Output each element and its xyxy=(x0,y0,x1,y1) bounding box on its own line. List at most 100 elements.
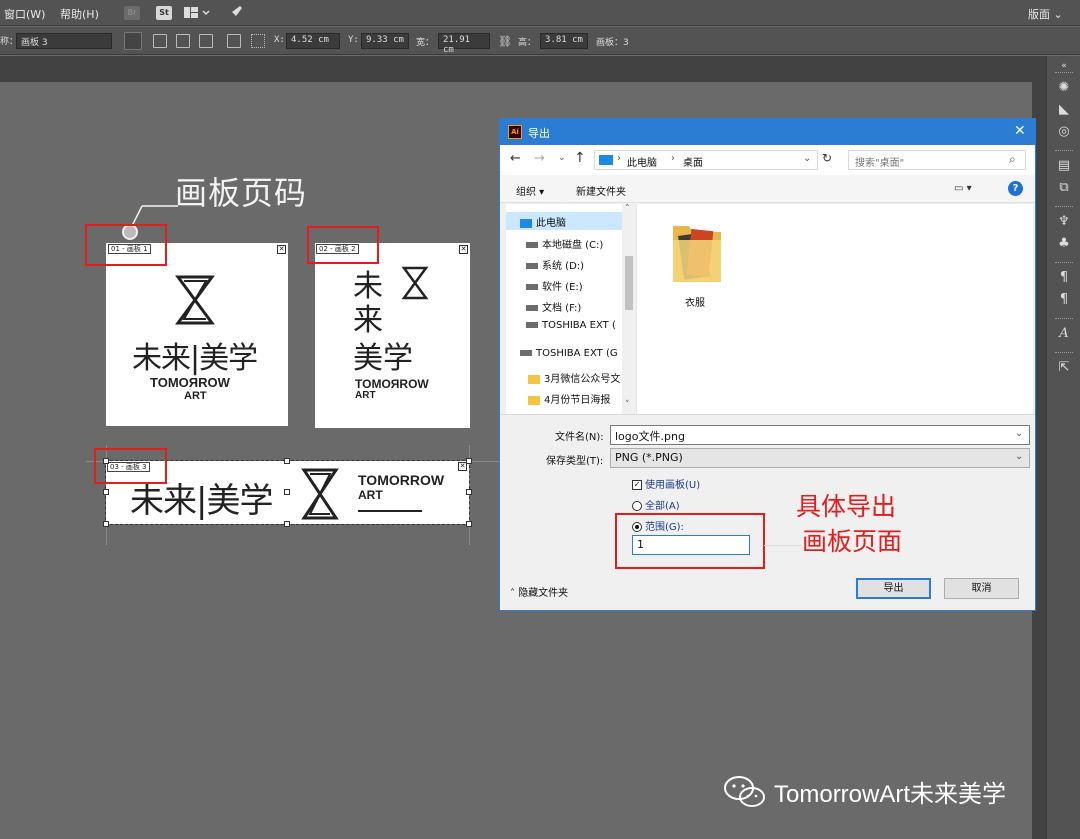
paragraph-styles-icon[interactable]: ¶ xyxy=(1056,292,1072,308)
nav-item-this-pc[interactable]: 此电脑 xyxy=(520,214,566,229)
organize-button[interactable]: 组织 ▾ xyxy=(516,183,544,198)
width-label: 宽： xyxy=(416,38,435,48)
nav-item-drive-f[interactable]: 文档 (F:) xyxy=(526,299,581,314)
help-icon[interactable]: ? xyxy=(1008,181,1023,196)
address-bar[interactable]: › 此电脑 › 桌面 ⌄ xyxy=(594,150,818,170)
artboard-1[interactable]: 未来|美学 TOMOЯROW ART xyxy=(106,243,288,426)
align-fit-icon[interactable] xyxy=(199,34,213,48)
use-artboards-checkbox[interactable]: ✓ 使用画板(U) xyxy=(632,476,700,491)
height-field[interactable]: 3.81 cm xyxy=(540,33,588,49)
nav-item-toshiba-2[interactable]: TOSHIBA EXT (G xyxy=(520,348,618,359)
export-annotation-line-1: 具体导出 xyxy=(796,492,897,521)
artboard-2[interactable]: 未 来 美学 TOMOЯROW ART xyxy=(315,243,470,428)
recent-locations-icon[interactable]: ⌄ xyxy=(558,153,566,163)
dialog-title-bar[interactable]: Ai 导出 ✕ xyxy=(500,119,1035,145)
filetype-dropdown-icon[interactable]: ⌄ xyxy=(1015,451,1023,462)
link-proportions-icon[interactable]: ⛓ xyxy=(498,35,512,48)
glyphs-icon[interactable]: A xyxy=(1056,326,1072,342)
rocket-icon[interactable] xyxy=(228,5,244,19)
nav-item-folder-april[interactable]: 4月份节日海报 xyxy=(528,391,610,406)
scroll-thumb[interactable] xyxy=(625,256,633,310)
stock-icon[interactable]: St xyxy=(156,6,172,20)
gradient-icon[interactable]: ◣ xyxy=(1056,102,1072,118)
panel-grip[interactable] xyxy=(1055,318,1073,320)
nav-item-drive-c[interactable]: 本地磁盘 (C:) xyxy=(526,236,603,251)
arrange-documents-icon[interactable] xyxy=(184,6,210,20)
nav-item-drive-e[interactable]: 软件 (E:) xyxy=(526,278,583,293)
align-center-icon[interactable] xyxy=(153,34,167,48)
address-dropdown-icon[interactable]: ⌄ xyxy=(803,153,811,164)
folder-icon xyxy=(528,395,540,405)
resize-handle[interactable] xyxy=(103,489,109,495)
cancel-button[interactable]: 取消 xyxy=(944,578,1019,599)
new-folder-button[interactable]: 新建文件夹 xyxy=(576,183,626,198)
logo-english-text: TOMORROW xyxy=(358,472,445,488)
menu-help[interactable]: 帮助(H) xyxy=(60,6,99,22)
panel-grip[interactable] xyxy=(1055,352,1073,354)
menu-window[interactable]: 窗口(W) xyxy=(4,6,45,22)
artboard-2-delete-icon[interactable]: ✕ xyxy=(459,245,468,254)
color-icon[interactable]: ✺ xyxy=(1056,80,1072,96)
align-middle-icon[interactable] xyxy=(176,34,190,48)
nav-item-folder-march[interactable]: 3月微信公众号文 xyxy=(528,370,620,385)
forward-arrow-icon[interactable]: → xyxy=(534,151,545,166)
club-icon[interactable]: ♣ xyxy=(1056,236,1072,252)
all-artboards-radio[interactable]: 全部(A) xyxy=(632,497,680,512)
breadcrumb-this-pc[interactable]: 此电脑 xyxy=(627,154,657,169)
x-label: X: xyxy=(274,35,285,45)
nav-scrollbar[interactable]: ˄ ˅ xyxy=(622,204,636,414)
back-arrow-icon[interactable]: ← xyxy=(510,151,521,166)
folder-icon xyxy=(528,374,540,384)
pathfinder-icon[interactable]: ⧉ xyxy=(1056,180,1072,196)
logo-chinese-chars: 美学 xyxy=(353,341,413,376)
filename-dropdown-icon[interactable]: ⌄ xyxy=(1015,428,1023,439)
view-options-icon[interactable]: ▭ ▾ xyxy=(954,183,972,194)
nav-item-drive-d[interactable]: 系统 (D:) xyxy=(526,257,584,272)
width-field[interactable]: 21.91 cm xyxy=(438,33,490,55)
breadcrumb-desktop[interactable]: 桌面 xyxy=(683,154,703,169)
appearance-icon[interactable]: ◎ xyxy=(1056,124,1072,140)
up-arrow-icon[interactable]: ↑ xyxy=(574,150,586,166)
scroll-up-icon[interactable]: ˄ xyxy=(625,204,630,214)
filetype-select[interactable]: PNG (*.PNG) ⌄ xyxy=(610,448,1030,468)
symbols-icon[interactable]: ♆ xyxy=(1056,214,1072,230)
logo-art-text: ART xyxy=(358,488,383,502)
illustrator-icon: Ai xyxy=(508,125,522,139)
export-asset-icon[interactable]: ⇱ xyxy=(1056,360,1072,376)
align-icon[interactable]: ▤ xyxy=(1056,158,1072,174)
close-icon[interactable]: ✕ xyxy=(1014,123,1026,139)
x-field[interactable]: 4.52 cm xyxy=(286,33,340,49)
move-artwork-icon[interactable] xyxy=(124,32,142,50)
drive-icon xyxy=(526,305,538,311)
resize-handle[interactable] xyxy=(103,521,109,527)
hide-folders-toggle[interactable]: ˄ 隐藏文件夹 xyxy=(510,584,568,599)
panel-grip[interactable] xyxy=(1055,262,1073,264)
reference-point-icon[interactable] xyxy=(251,34,265,48)
drive-icon xyxy=(520,350,532,356)
artboard-name-field[interactable]: 画板 3 xyxy=(16,33,112,49)
folder-item[interactable]: 衣服 xyxy=(667,216,727,309)
center-handle[interactable] xyxy=(284,489,290,495)
refresh-icon[interactable]: ↻ xyxy=(822,151,832,165)
panel-grip[interactable] xyxy=(1055,206,1073,208)
bridge-icon[interactable]: Br xyxy=(124,6,140,20)
search-box[interactable]: 搜索"桌面" ⌕ xyxy=(848,150,1026,170)
artboard-1-delete-icon[interactable]: ✕ xyxy=(277,245,286,254)
resize-handle[interactable] xyxy=(466,521,472,527)
scroll-down-icon[interactable]: ˅ xyxy=(625,400,630,410)
right-panel-dock: « ✺ ◣ ◎ ▤ ⧉ ♆ ♣ ¶ ¶ A ⇱ xyxy=(1046,56,1080,839)
workspace-switcher[interactable]: 版面 ⌄ xyxy=(1028,6,1063,22)
panel-grip[interactable] xyxy=(1055,72,1073,74)
resize-handle[interactable] xyxy=(466,458,472,464)
y-field[interactable]: 9.33 cm xyxy=(361,33,409,49)
resize-handle[interactable] xyxy=(466,489,472,495)
filename-input[interactable]: logo文件.png ⌄ xyxy=(610,425,1030,445)
character-styles-icon[interactable]: ¶ xyxy=(1056,270,1072,286)
nav-item-toshiba-1[interactable]: TOSHIBA EXT ( xyxy=(526,320,616,331)
artboard-options-icon[interactable] xyxy=(227,34,241,48)
resize-handle[interactable] xyxy=(284,458,290,464)
resize-handle[interactable] xyxy=(284,521,290,527)
export-button[interactable]: 导出 xyxy=(856,578,931,599)
control-bar: 称： 画板 3 X: 4.52 cm Y: 9.33 cm 宽： 21.91 c… xyxy=(0,27,1080,55)
panel-grip[interactable] xyxy=(1055,150,1073,152)
